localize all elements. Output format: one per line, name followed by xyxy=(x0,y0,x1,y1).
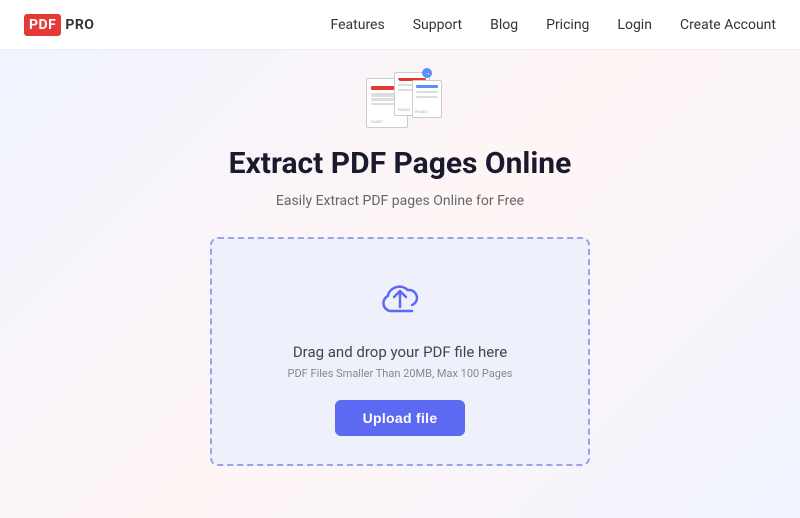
upload-icon xyxy=(374,271,426,327)
upload-area[interactable]: Drag and drop your PDF file here PDF Fil… xyxy=(210,237,590,466)
nav-blog[interactable]: Blog xyxy=(490,17,518,33)
upload-button[interactable]: Upload file xyxy=(335,400,466,436)
page-subtitle: Easily Extract PDF pages Online for Free xyxy=(276,193,524,209)
page-title: Extract PDF Pages Online xyxy=(229,146,572,181)
upload-drag-text: Drag and drop your PDF file here xyxy=(293,343,507,361)
nav-pricing[interactable]: Pricing xyxy=(546,17,589,33)
main-nav: Features Support Blog Pricing Login Crea… xyxy=(331,17,776,33)
logo[interactable]: PDF PRO xyxy=(24,14,94,36)
main-content: PAGE1 PAGE2 PAGE3 → Extract PDF Pages On… xyxy=(0,50,800,518)
nav-support[interactable]: Support xyxy=(413,17,462,33)
nav-features[interactable]: Features xyxy=(331,17,385,33)
upload-limit-text: PDF Files Smaller Than 20MB, Max 100 Pag… xyxy=(288,367,513,380)
decoration-dot: → xyxy=(422,68,432,78)
pdf-illustration: PAGE1 PAGE2 PAGE3 → xyxy=(360,70,440,130)
pdf-page-3: PAGE3 xyxy=(412,80,442,118)
logo-pro: PRO xyxy=(65,17,94,33)
nav-create-account[interactable]: Create Account xyxy=(680,17,776,33)
logo-pdf: PDF xyxy=(24,14,61,36)
nav-login[interactable]: Login xyxy=(617,17,652,33)
header: PDF PRO Features Support Blog Pricing Lo… xyxy=(0,0,800,50)
